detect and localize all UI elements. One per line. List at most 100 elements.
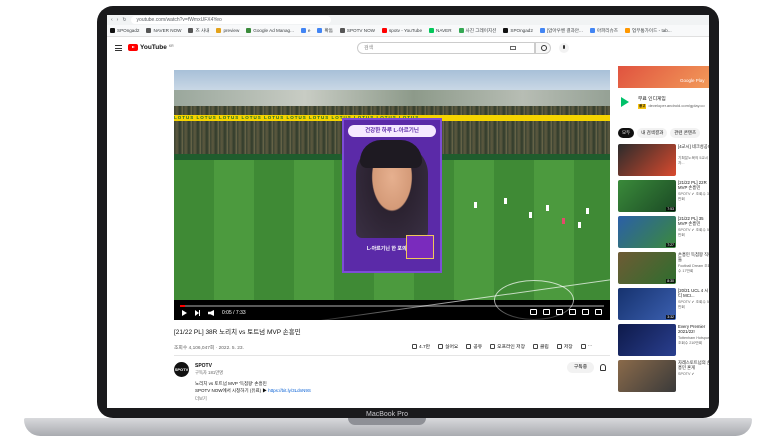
browser-url-bar[interactable]: ‹ › ↻ youtube.com/watch?v=fWmxUFX4Yeo (107, 15, 709, 25)
recommendation-item[interactable]: Every Premier 2021/22! Tottenham Hotspur … (618, 324, 709, 356)
bookmark-item[interactable]: SPOngad2 (503, 28, 533, 33)
bell-icon[interactable] (600, 364, 606, 371)
action-clip[interactable]: 클립 (532, 343, 549, 350)
mic-icon[interactable] (559, 43, 569, 53)
description-link[interactable]: https://bit.ly/3LdnN9S (268, 388, 311, 393)
sidebar-promo[interactable]: 무료 인디게임 광고 developer.android.com/gplay.co (618, 94, 709, 114)
ad-headline: 건강한 하루 L-아르기닌 (348, 125, 436, 137)
forward-icon[interactable]: › (117, 17, 119, 23)
bookmark-item[interactable]: preview (216, 28, 239, 33)
search-button[interactable] (535, 42, 551, 54)
laptop-notch (348, 418, 426, 425)
subscribe-button[interactable]: 구독중 (567, 362, 594, 373)
theater-icon[interactable] (582, 309, 589, 315)
overlay-ad[interactable]: 건강한 하루 L-아르기닌 L-아르기닌 한 포의 가치 (342, 118, 442, 273)
recommendation-thumbnail[interactable] (618, 324, 676, 356)
more-link[interactable]: 더보기 (195, 396, 207, 402)
recommendation-title[interactable]: [21/22 PL] 35 MVP 손흥민 (678, 216, 709, 226)
recommendation-thumbnail[interactable]: 8:30 (618, 252, 676, 284)
recommendation-thumbnail[interactable]: 3:32 (618, 288, 676, 320)
action-share[interactable]: 공유 (466, 343, 482, 350)
filter-chip[interactable]: 내 검색결과 (637, 128, 668, 138)
action-save[interactable]: 저장 (556, 343, 573, 350)
bookmark-item[interactable]: spotv - YouTube (382, 28, 422, 33)
bookmark-item[interactable]: Google Ad Manag... (246, 28, 294, 33)
footballer (546, 205, 549, 211)
progress-fill (180, 305, 186, 307)
recommendation-title[interactable]: [21/22 PL] 22R MVP 손흥민 (678, 180, 709, 190)
recommendation-item[interactable]: [4교시] 네크성공! 기획분노육의 5교시 자... (618, 144, 709, 176)
bookmark-icon (216, 28, 222, 33)
volume-icon[interactable] (208, 310, 214, 316)
action-more[interactable]: ··· (580, 343, 592, 350)
settings-icon[interactable] (556, 309, 563, 315)
bookmarks-bar: SPOngad2 NAVER NOW 즈 사내 preview Google Ad Ma… (107, 25, 709, 37)
action-label: 4.7만 (419, 345, 431, 350)
bookmark-item[interactable]: 업무통가이드 - tab... (625, 28, 672, 34)
bookmark-icon (625, 28, 630, 33)
bookmark-label: spotv - YouTube (389, 28, 423, 33)
recommendation-item[interactable]: 7:27 [21/22 PL] 35 MVP 손흥민 SPOTV ✔ 조회수 56만… (618, 216, 709, 248)
bookmark-item[interactable]: SPOngad2 (110, 28, 139, 33)
bookmark-item[interactable]: 사진 그레이지션 (458, 28, 496, 34)
recommendation-item[interactable]: 7:53 [21/22 PL] 22R MVP 손흥민 SPOTV ✔ 조회수 38… (618, 180, 709, 212)
video-player[interactable]: LOTUS LOTUS LOTUS LOTUS LOTUS LOTUS LOTU… (174, 70, 610, 320)
ad-badge: 광고 (638, 104, 647, 109)
recommendation-subtitle: SPOTV ✔ 조회수 52만회 (678, 300, 709, 309)
action-download[interactable]: 오프라인 저장 (490, 343, 525, 350)
keyboard-icon[interactable] (510, 46, 516, 50)
bookmark-item[interactable]: [압아우벤 결과안... (539, 28, 583, 34)
recommendation-thumbnail[interactable] (618, 144, 676, 176)
reload-icon[interactable]: ↻ (122, 17, 126, 23)
url-field[interactable]: youtube.com/watch?v=fWmxUFX4Yeo (130, 16, 331, 24)
bookmark-item[interactable]: SPOTV NOW (339, 28, 375, 33)
recommendation-thumbnail[interactable]: 7:53 (618, 180, 676, 212)
recommendation-title[interactable]: 손흥민 득점왕 직캠들 (678, 252, 709, 262)
bookmark-icon (246, 28, 252, 33)
progress-bar[interactable] (180, 305, 604, 307)
youtube-header: YouTube KR 검색 (107, 37, 709, 59)
subtitles-icon[interactable] (543, 309, 550, 315)
autoplay-toggle[interactable] (530, 309, 537, 315)
miniplayer-icon[interactable] (569, 309, 576, 315)
bookmark-icon (589, 28, 595, 33)
ad-model-hair (360, 140, 422, 168)
recommendation-title[interactable]: [20/21 UCL 4 시티 MCI... (678, 288, 709, 298)
bookmark-label: NAVER NOW (153, 28, 182, 33)
back-icon[interactable]: ‹ (111, 17, 113, 23)
video-title: [21/22 PL] 38R 노리치 vs 토트넘 MVP 손흥민 (174, 329, 301, 336)
action-thumbs-up[interactable]: 4.7만 (412, 343, 430, 350)
bookmark-item[interactable]: 아파리슈즈 (589, 28, 618, 34)
action-label: 싫어요 (445, 345, 459, 350)
sidebar-ad-banner[interactable]: Google Play (618, 66, 709, 88)
channel-avatar[interactable]: SPOTV (174, 362, 189, 377)
recommendation-title[interactable]: 자레스토트넘의 손흥민 혼게 (678, 360, 709, 370)
recommendation-item[interactable]: 자레스토트넘의 손흥민 혼게 SPOTV ✔ (618, 360, 709, 392)
recommendation-item[interactable]: 8:30 손흥민 득점왕 직캠들 Football Dream 조회수 17만회 (618, 252, 709, 284)
filter-chip[interactable]: 모두 (618, 128, 635, 138)
play-icon[interactable] (182, 310, 187, 316)
bookmark-label: SPOTV NOW (346, 28, 375, 33)
recommendation-thumbnail[interactable]: 7:27 (618, 216, 676, 248)
filter-chip[interactable]: 관련 콘텐츠 (670, 128, 701, 138)
action-thumbs-down[interactable]: 싫어요 (438, 343, 458, 350)
channel-name[interactable]: SPOTV (195, 363, 212, 369)
next-icon[interactable] (195, 310, 200, 316)
ad-brand: Google Play (680, 78, 705, 83)
recommendation-item[interactable]: 3:32 [20/21 UCL 4 시티 MCI... SPOTV ✔ 조회수 52… (618, 288, 709, 320)
menu-icon[interactable] (115, 45, 122, 51)
youtube-logo[interactable]: YouTube KR (128, 44, 174, 51)
bookmark-item[interactable]: 즈 사내 (188, 28, 209, 34)
bookmark-item[interactable]: NAVER NOW (146, 28, 181, 33)
recommendation-title[interactable]: Every Premier 2021/22! (678, 324, 709, 334)
bookmark-item[interactable]: 확돔 (317, 28, 333, 34)
bookmark-label: SPOngad2 (117, 28, 140, 33)
recommendation-title[interactable]: [4교시] 네크성공! (678, 144, 709, 149)
bookmark-item[interactable]: NAVER (429, 28, 452, 33)
bookmark-label: 즈 사내 (195, 27, 210, 33)
fullscreen-icon[interactable] (595, 309, 602, 315)
search-input[interactable]: 검색 (357, 42, 535, 54)
clip-icon (532, 344, 538, 349)
bookmark-item[interactable]: e (300, 28, 310, 33)
recommendation-thumbnail[interactable] (618, 360, 676, 392)
